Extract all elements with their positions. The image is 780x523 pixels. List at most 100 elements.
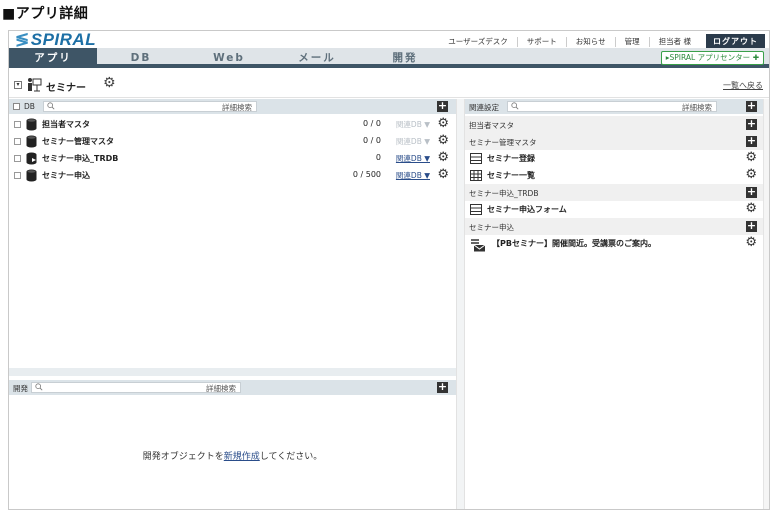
database-icon	[26, 135, 37, 148]
gear-icon[interactable]: ⚙	[437, 133, 449, 148]
db-record-count: 0 / 0	[363, 119, 381, 128]
trigger-database-icon	[26, 152, 37, 165]
db-name[interactable]: セミナー申込	[42, 170, 90, 181]
related-group-name: 担当者マスタ	[469, 121, 514, 130]
gear-icon[interactable]: ⚙	[437, 116, 449, 131]
gear-icon[interactable]: ⚙	[745, 167, 757, 182]
related-db-dropdown[interactable]: 関連DB ▼	[396, 153, 430, 164]
database-icon	[26, 169, 37, 182]
tab-db[interactable]: DB	[97, 48, 185, 68]
dev-panel-header: 開発 詳細検索 +	[9, 380, 456, 395]
db-select-all-checkbox[interactable]	[13, 103, 20, 110]
row-checkbox[interactable]	[14, 172, 21, 179]
top-link-admin[interactable]: 管理	[614, 36, 649, 47]
related-db-dropdown[interactable]: 関連DB ▼	[396, 170, 430, 181]
top-link-users-desk[interactable]: ユーザーズデスク	[439, 37, 516, 47]
top-link-support[interactable]: サポート	[516, 36, 566, 47]
search-icon	[47, 102, 55, 110]
related-group-name: セミナー管理マスタ	[469, 138, 537, 147]
related-search-input[interactable]: 詳細検索	[507, 101, 717, 112]
related-group-name: セミナー申込	[469, 223, 514, 232]
gear-icon[interactable]: ⚙	[437, 150, 449, 165]
top-link-news[interactable]: お知らせ	[565, 36, 615, 47]
app-title-row: ▾ セミナー ⚙ 一覧へ戻る	[9, 72, 769, 98]
search-icon	[35, 383, 43, 391]
top-link-user-name: 担当者 様	[648, 36, 700, 47]
add-dev-object-button[interactable]: +	[437, 381, 448, 393]
table-row[interactable]: セミナー申込_TRDB 0 関連DB ▼ ⚙	[9, 150, 455, 167]
list-item[interactable]: セミナー申込フォーム ⚙	[465, 201, 763, 218]
top-bar: ≶SPIRAL ユーザーズデスク サポート お知らせ 管理 担当者 様 ログアウ…	[9, 30, 769, 50]
related-item-name[interactable]: セミナー登録	[487, 153, 535, 164]
add-setting-button[interactable]: +	[746, 186, 757, 198]
db-advanced-search-link[interactable]: 詳細検索	[222, 102, 252, 113]
back-to-list-link[interactable]: 一覧へ戻る	[723, 80, 763, 91]
tab-app[interactable]: アプリ	[9, 48, 97, 68]
list-item[interactable]: セミナー一覧 ⚙	[465, 167, 763, 184]
related-group: セミナー管理マスタ +	[465, 133, 763, 150]
app-settings-gear-icon[interactable]: ⚙	[103, 75, 116, 91]
gear-icon[interactable]: ⚙	[745, 235, 757, 250]
horizontal-splitter[interactable]	[9, 368, 456, 376]
related-item-name[interactable]: セミナー一覧	[487, 170, 535, 181]
related-db-dropdown: 関連DB ▼	[395, 137, 430, 146]
db-record-count: 0 / 0	[363, 136, 381, 145]
list-item[interactable]: 【PBセミナー】開催間近。受講票のご案内。 ⚙	[465, 235, 763, 255]
app-frame: ≶SPIRAL ユーザーズデスク サポート お知らせ 管理 担当者 様 ログアウ…	[8, 30, 770, 510]
logout-button[interactable]: ログアウト	[706, 34, 765, 49]
dev-search-input[interactable]: 詳細検索	[31, 382, 241, 393]
row-checkbox[interactable]	[14, 155, 21, 162]
table-row[interactable]: 担当者マスタ 0 / 0 関連DB ▼ ⚙	[9, 116, 455, 133]
add-setting-button[interactable]: +	[746, 135, 757, 147]
app-center-button[interactable]: ▸SPIRAL アプリセンター ✚	[660, 51, 764, 65]
related-panel-header: 関連設定 詳細検索 +	[465, 99, 763, 114]
tab-web[interactable]: Web	[185, 48, 273, 68]
related-panel-label: 関連設定	[469, 103, 499, 112]
gear-icon[interactable]: ⚙	[437, 167, 449, 182]
related-group: 担当者マスタ +	[465, 116, 763, 133]
row-checkbox[interactable]	[14, 138, 21, 145]
dev-message-prefix: 開発オブジェクトを	[142, 452, 224, 462]
row-checkbox[interactable]	[14, 121, 21, 128]
dev-empty-message: 開発オブジェクトを新規作成してください。	[9, 449, 456, 462]
table-row[interactable]: セミナー管理マスタ 0 / 0 関連DB ▼ ⚙	[9, 133, 455, 150]
db-panel-header: DB 詳細検索 +	[9, 99, 456, 114]
related-item-name[interactable]: セミナー申込フォーム	[487, 204, 567, 215]
db-name[interactable]: セミナー管理マスタ	[42, 136, 114, 147]
db-name[interactable]: セミナー申込_TRDB	[42, 153, 118, 164]
app-center-icon: ✚	[750, 53, 759, 62]
related-item-name[interactable]: 【PBセミナー】開催間近。受講票のご案内。	[492, 238, 656, 249]
gear-icon[interactable]: ⚙	[745, 201, 757, 216]
db-search-input[interactable]: 詳細検索	[43, 101, 257, 112]
related-db-dropdown: 関連DB ▼	[395, 120, 430, 129]
logo-text: SPIRAL	[30, 30, 97, 49]
add-setting-button[interactable]: +	[746, 220, 757, 232]
main-nav: アプリ DB Web メール 開発 ▸SPIRAL アプリセンター ✚	[9, 48, 769, 68]
create-new-link[interactable]: 新規作成	[224, 452, 260, 462]
mail-icon	[471, 239, 486, 252]
app-center-label: SPIRAL アプリセンター	[669, 53, 751, 62]
db-panel-label: DB	[24, 102, 35, 111]
tab-dev[interactable]: 開発	[361, 48, 449, 68]
right-scrollbar[interactable]	[763, 99, 769, 509]
db-name[interactable]: 担当者マスタ	[42, 119, 90, 130]
gear-icon[interactable]: ⚙	[745, 150, 757, 165]
list-item[interactable]: セミナー登録 ⚙	[465, 150, 763, 167]
vertical-splitter[interactable]	[456, 99, 465, 509]
collapse-toggle[interactable]: ▾	[14, 81, 22, 89]
spiral-logo[interactable]: ≶SPIRAL	[15, 30, 97, 50]
related-group: セミナー申込 +	[465, 218, 763, 235]
tab-mail[interactable]: メール	[273, 48, 361, 68]
search-icon	[511, 102, 519, 110]
add-setting-button[interactable]: +	[746, 118, 757, 130]
dev-message-suffix: してください。	[259, 452, 323, 462]
related-advanced-search-link[interactable]: 詳細検索	[682, 102, 712, 113]
dev-advanced-search-link[interactable]: 詳細検索	[206, 383, 236, 394]
add-related-button[interactable]: +	[746, 100, 757, 112]
add-db-button[interactable]: +	[437, 100, 448, 112]
top-links: ユーザーズデスク サポート お知らせ 管理 担当者 様 ログアウト	[439, 34, 765, 49]
db-record-count: 0	[375, 153, 381, 162]
form-icon	[470, 204, 482, 215]
table-row[interactable]: セミナー申込 0 / 500 関連DB ▼ ⚙	[9, 167, 455, 184]
form-icon	[470, 153, 482, 164]
